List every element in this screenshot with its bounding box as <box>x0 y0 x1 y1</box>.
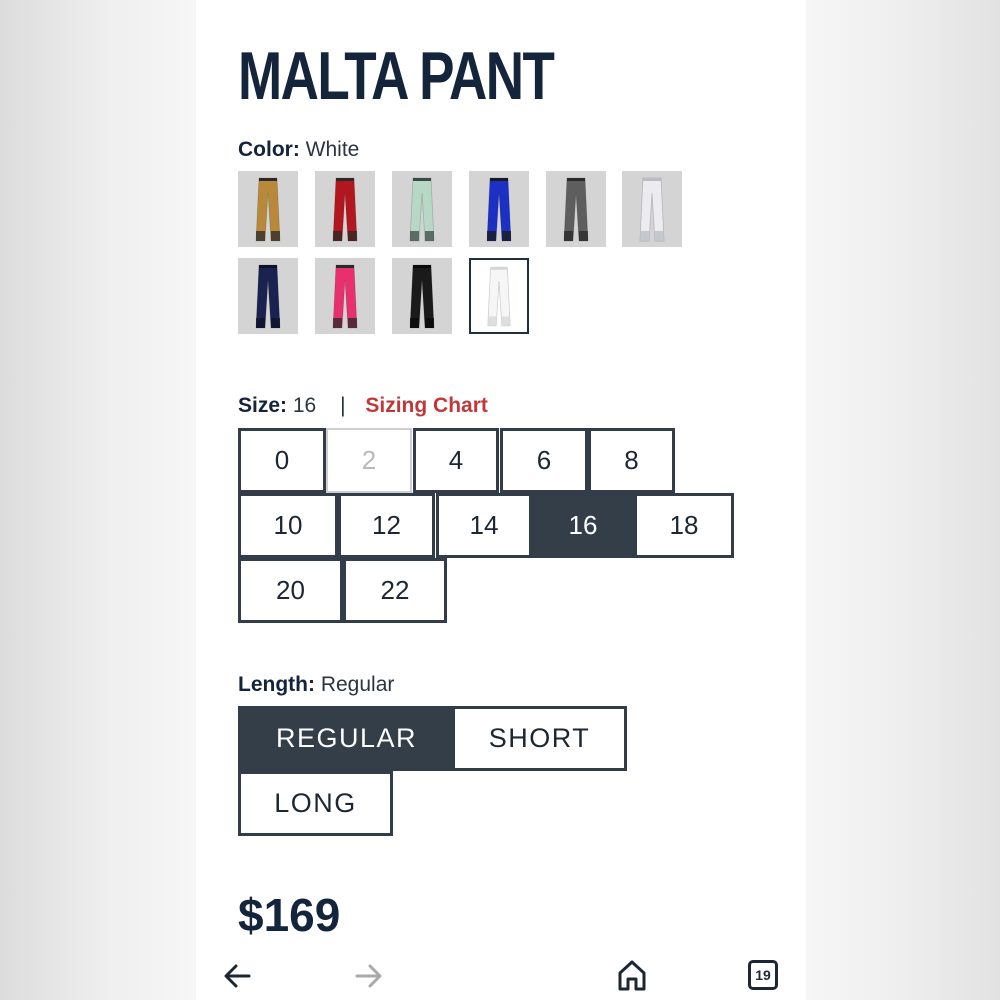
size-label: Size: <box>238 394 288 417</box>
tabs-count: 19 <box>755 967 771 983</box>
color-swatch[interactable] <box>546 171 606 247</box>
product-price: $169 <box>238 889 341 941</box>
pant-thumbnail <box>486 177 512 242</box>
length-option-regular[interactable]: REGULAR <box>238 706 455 771</box>
home-icon[interactable] <box>616 958 648 997</box>
size-option-0[interactable]: 0 <box>238 428 326 493</box>
color-selected-value: White <box>305 138 360 161</box>
sizing-chart-link[interactable]: Sizing Chart <box>365 394 488 417</box>
length-option-long[interactable]: LONG <box>238 771 393 836</box>
pant-thumbnail <box>639 177 665 242</box>
separator: | <box>340 394 346 417</box>
length-label: Length: <box>238 673 315 696</box>
color-label: Color: <box>238 138 300 161</box>
color-swatch[interactable] <box>622 171 682 247</box>
size-selected-value: 16 <box>292 394 317 417</box>
size-option-20[interactable]: 20 <box>238 558 343 623</box>
color-label-row: Color: White <box>238 138 359 162</box>
length-label-row: Length: Regular <box>238 673 394 697</box>
size-option-4[interactable]: 4 <box>413 428 499 493</box>
arrow-right-icon[interactable] <box>354 962 384 995</box>
pant-thumbnail <box>487 266 511 327</box>
pant-thumbnail <box>332 264 358 329</box>
size-option-22[interactable]: 22 <box>343 558 447 623</box>
pant-thumbnail <box>409 264 435 329</box>
arrow-left-icon[interactable] <box>222 962 252 995</box>
color-swatch[interactable] <box>392 258 452 334</box>
background-left <box>0 0 196 1000</box>
background-right <box>806 0 1000 1000</box>
color-swatch[interactable] <box>469 171 529 247</box>
size-option-18[interactable]: 18 <box>634 493 734 558</box>
size-option-2: 2 <box>326 428 412 493</box>
color-swatch[interactable] <box>238 171 298 247</box>
browser-nav-bar: 19 <box>196 944 806 1000</box>
size-option-14[interactable]: 14 <box>436 493 532 558</box>
length-selected-value: Regular <box>320 673 395 696</box>
pant-thumbnail <box>255 264 281 329</box>
color-swatch[interactable] <box>392 171 452 247</box>
size-label-row: Size: 16 | Sizing Chart <box>238 394 488 418</box>
pant-thumbnail <box>332 177 358 242</box>
color-swatch[interactable] <box>315 171 375 247</box>
product-title: MALTA PANT <box>238 38 555 114</box>
length-option-short[interactable]: SHORT <box>452 706 627 771</box>
pant-thumbnail <box>255 177 281 242</box>
size-option-8[interactable]: 8 <box>588 428 675 493</box>
size-option-16[interactable]: 16 <box>532 493 634 558</box>
color-swatch[interactable] <box>238 258 298 334</box>
pant-thumbnail <box>409 177 435 242</box>
tabs-icon[interactable]: 19 <box>748 960 778 990</box>
color-swatch[interactable] <box>469 258 529 334</box>
pant-thumbnail <box>563 177 589 242</box>
color-swatch[interactable] <box>315 258 375 334</box>
product-page: MALTA PANT Color: White Size: 16 | Sizin… <box>196 0 806 1000</box>
size-option-12[interactable]: 12 <box>338 493 435 558</box>
size-option-6[interactable]: 6 <box>500 428 588 493</box>
size-option-10[interactable]: 10 <box>238 493 338 558</box>
